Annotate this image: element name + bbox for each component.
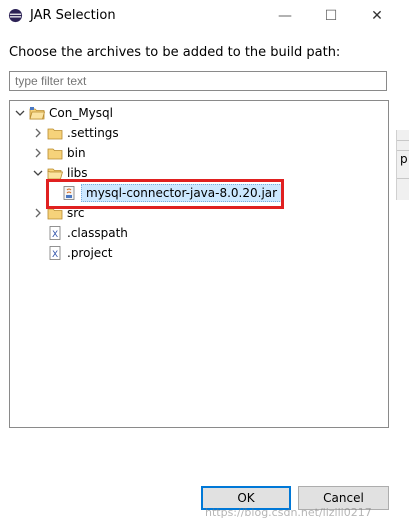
eclipse-icon (8, 8, 23, 23)
close-icon: ✕ (371, 8, 383, 24)
minimize-button[interactable]: — (262, 0, 308, 32)
background-text: p (400, 152, 408, 166)
chevron-right-icon[interactable] (33, 128, 43, 138)
folder-open-icon (47, 168, 63, 180)
background-window-strip: p (396, 130, 409, 200)
close-button[interactable]: ✕ (354, 0, 400, 32)
archive-tree[interactable]: Con_Mysql .settings bin libs mysql-conne (9, 100, 389, 428)
tree-item-label: .classpath (67, 226, 128, 240)
chevron-down-icon[interactable] (33, 168, 43, 178)
maximize-button[interactable]: ☐ (308, 0, 354, 32)
tree-item-root[interactable]: Con_Mysql (15, 104, 113, 122)
annotation-highlight-box (46, 179, 284, 209)
instruction-label: Choose the archives to be added to the b… (9, 45, 341, 60)
chevron-right-icon[interactable] (33, 148, 43, 158)
xml-file-icon: X (49, 226, 61, 240)
chevron-right-icon[interactable] (33, 208, 43, 218)
tree-item-label: .project (67, 246, 113, 260)
tree-item-label: bin (67, 146, 86, 160)
tree-item-settings[interactable]: .settings (33, 124, 119, 142)
tree-item-classpath[interactable]: X .classpath (47, 224, 128, 242)
maximize-icon: ☐ (324, 8, 338, 24)
folder-icon (47, 148, 63, 160)
watermark-text: https://blog.csdn.net/lizili0217 (205, 506, 372, 519)
title-bar: JAR Selection — ☐ ✕ (0, 0, 409, 32)
svg-text:X: X (52, 230, 58, 240)
svg-text:X: X (52, 250, 58, 260)
minimize-icon: — (278, 8, 292, 24)
tree-item-label: .settings (67, 126, 119, 140)
project-folder-icon (29, 107, 45, 120)
tree-item-label: libs (67, 166, 88, 180)
chevron-down-icon[interactable] (15, 108, 25, 118)
tree-item-bin[interactable]: bin (33, 144, 86, 162)
tree-item-project[interactable]: X .project (47, 244, 112, 262)
filter-input[interactable] (9, 71, 387, 91)
xml-file-icon: X (49, 246, 61, 260)
tree-item-label: Con_Mysql (49, 106, 113, 120)
folder-icon (47, 128, 63, 140)
window-title: JAR Selection (30, 8, 116, 23)
